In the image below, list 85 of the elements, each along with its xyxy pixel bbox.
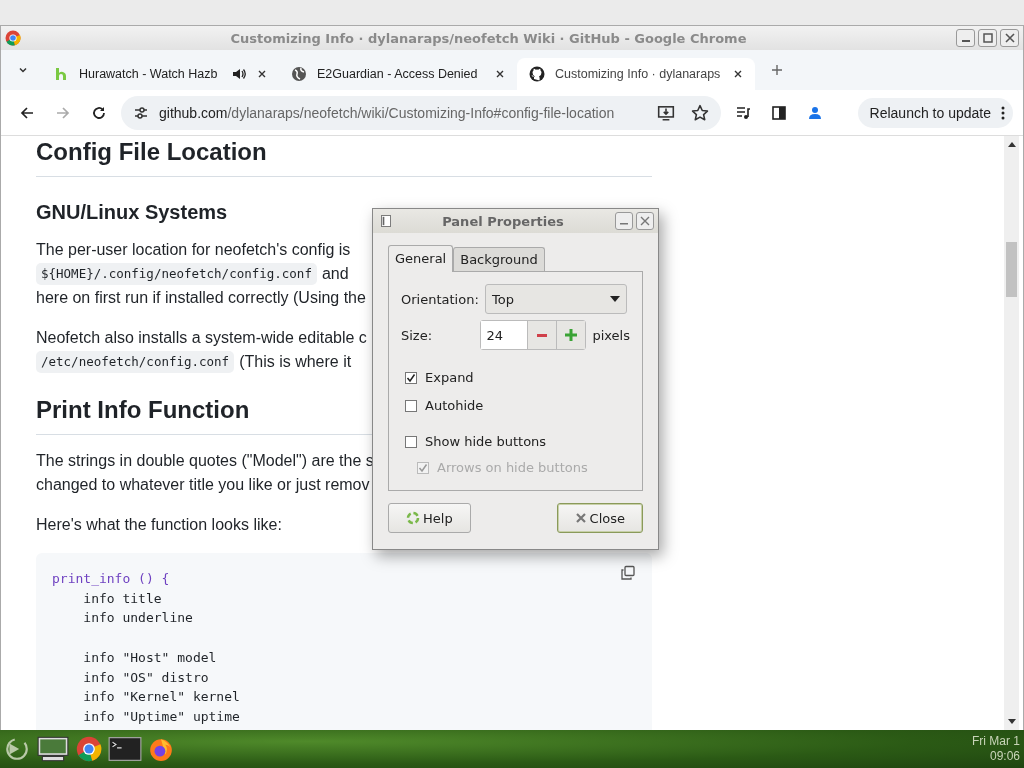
clock-date: Fri Mar 1 <box>972 734 1020 749</box>
minimize-button[interactable] <box>615 212 633 230</box>
back-icon[interactable] <box>19 104 35 121</box>
code-line: info "OS" distro <box>82 668 209 687</box>
orientation-label: Orientation: <box>401 291 480 307</box>
checkbox-label: Arrows on hide buttons <box>437 460 588 475</box>
more-icon <box>1001 105 1005 120</box>
profile-icon[interactable] <box>807 104 823 121</box>
chrome-icon[interactable] <box>76 736 102 762</box>
reload-icon[interactable] <box>91 104 107 121</box>
maximize-icon <box>982 33 993 43</box>
scrollbar-thumb[interactable] <box>1006 242 1017 297</box>
checkbox[interactable] <box>405 435 417 448</box>
checkbox[interactable] <box>405 371 417 384</box>
paragraph-text: The per-user location for neofetch's config is <box>36 240 351 260</box>
inline-code: ${HOME}/.config/neofetch/config.conf <box>36 263 317 285</box>
panel-icon <box>381 215 391 227</box>
media-control-icon[interactable] <box>735 104 751 121</box>
clock-time: 09:06 <box>989 749 1020 764</box>
speaker-icon[interactable] <box>231 66 247 82</box>
computer-icon[interactable] <box>36 736 70 762</box>
new-tab-icon[interactable] <box>771 64 783 76</box>
close-button[interactable] <box>1000 29 1019 47</box>
dropdown-arrow-icon <box>610 296 620 302</box>
minimize-button[interactable] <box>956 29 975 47</box>
bookmark-star-icon[interactable] <box>691 103 709 122</box>
dialog-tab[interactable]: Background <box>453 247 545 271</box>
dialog-title: Panel Properties <box>441 213 565 229</box>
help-icon <box>406 511 420 525</box>
chevron-down-icon <box>18 65 28 75</box>
paragraph-text: (This is where it <box>239 352 352 372</box>
code-line: info "Host" model <box>82 648 217 667</box>
globe-icon <box>291 66 307 82</box>
paragraph-text: and <box>321 264 349 284</box>
close-tab-icon[interactable] <box>495 69 505 79</box>
close-button[interactable] <box>636 212 654 230</box>
close-tab-icon[interactable] <box>257 69 267 79</box>
checkbox-label: Expand <box>425 370 474 385</box>
side-panel-icon[interactable] <box>771 104 787 121</box>
checkbox[interactable] <box>405 399 417 412</box>
minimize-icon <box>961 40 970 42</box>
section-heading: Config File Location <box>36 138 652 177</box>
browser-tab[interactable]: Hurawatch - Watch Hazb <box>41 58 279 90</box>
scroll-up-icon[interactable] <box>1007 141 1016 147</box>
checkbox-label: Show hide buttons <box>425 434 547 449</box>
dialog-tab[interactable]: General <box>388 245 454 272</box>
code-line: info title <box>82 589 162 608</box>
close-icon <box>640 216 650 226</box>
relaunch-button[interactable]: Relaunch to update <box>857 97 1013 128</box>
minimize-icon <box>620 223 628 225</box>
checkbox-label: Autohide <box>425 398 484 413</box>
maximize-button[interactable] <box>978 29 997 47</box>
code-line: info "Kernel" kernel <box>82 688 240 707</box>
close-tab-icon[interactable] <box>733 69 743 79</box>
firefox-icon[interactable] <box>148 736 174 762</box>
install-app-icon[interactable] <box>657 103 675 122</box>
size-unit: pixels <box>592 327 630 343</box>
paragraph-text: changed to whatever title you like or just remov <box>36 475 370 495</box>
close-dialog-button[interactable]: Close <box>556 503 643 533</box>
size-label: Size: <box>401 327 434 343</box>
code-line: info "Uptime" uptime <box>82 707 240 726</box>
github-icon <box>529 66 545 82</box>
browser-tab[interactable]: Customizing Info · dylanaraps <box>517 58 755 90</box>
help-button[interactable]: Help <box>388 503 471 533</box>
code-line: info underline <box>82 609 193 628</box>
paragraph-text: here on first run if installed correctly (Using the <box>36 288 366 308</box>
subsection-heading: GNU/Linux Systems <box>36 201 228 224</box>
orientation-dropdown[interactable]: Top <box>485 284 627 314</box>
browser-tab[interactable]: E2Guardian - Access Denied <box>279 58 517 90</box>
url-text: github.com/dylanaraps/neofetch/wiki/Customizing-Info#config-file-location <box>159 104 616 121</box>
close-icon <box>1004 33 1015 43</box>
chrome-logo-icon <box>5 30 21 46</box>
paragraph-text: Here's what the function looks like: <box>36 515 282 535</box>
inline-code: /etc/neofetch/config.conf <box>36 351 235 373</box>
copy-icon[interactable] <box>620 565 636 581</box>
menu-icon[interactable] <box>4 736 30 762</box>
scroll-down-icon[interactable] <box>1007 719 1016 725</box>
window-title: Customizing Info · dylanaraps/neofetch Wiki · GitHub - Google Chrome <box>229 30 748 46</box>
close-icon <box>574 512 587 524</box>
terminal-icon[interactable] <box>108 736 142 762</box>
code-line: print_info () { <box>52 570 170 588</box>
paragraph-text: Neofetch also installs a system-wide editable c <box>36 328 367 348</box>
site-settings-icon[interactable] <box>133 104 149 121</box>
address-bar[interactable]: github.com/dylanaraps/neofetch/wiki/Customizing-Info#config-file-location <box>121 95 721 130</box>
tab-favicon-icon <box>53 66 69 82</box>
